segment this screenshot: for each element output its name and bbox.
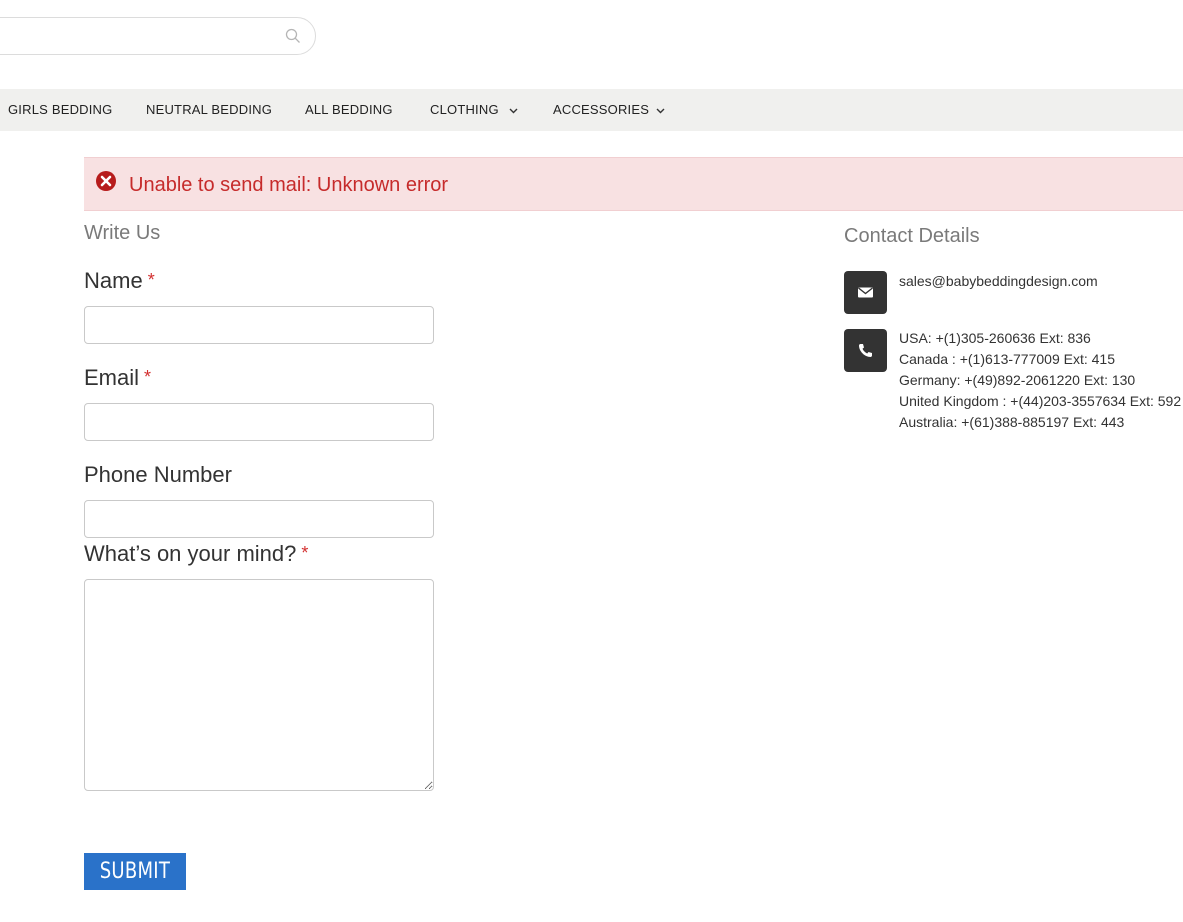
nav-item-label: CLOTHING: [430, 102, 499, 117]
message-field[interactable]: [84, 579, 434, 791]
phone-united-kingdom: United Kingdom : +(44)203-3557634 Ext: 5…: [899, 393, 1182, 409]
contact-email: sales@babybeddingdesign.com: [899, 273, 1098, 289]
nav-item-label: ALL BEDDING: [305, 102, 393, 117]
contact-title: Contact Details: [844, 225, 980, 247]
chevron-down-icon: [509, 89, 518, 131]
email-label-text: Email: [84, 365, 140, 390]
error-message: Unable to send mail: Unknown error: [129, 174, 449, 196]
phone-usa: USA: +(1)305-260636 Ext: 836: [899, 330, 1091, 346]
message-label-text: What’s on your mind?: [84, 541, 297, 566]
required-marker: *: [147, 270, 155, 290]
phone-icon: [859, 344, 872, 357]
submit-label: SUBMIT: [99, 859, 171, 884]
search-bar: [0, 17, 316, 55]
error-circle-icon: [95, 170, 117, 192]
nav-item-label: NEUTRAL BEDDING: [146, 102, 273, 117]
nav-item-clothing[interactable]: CLOTHING: [430, 89, 518, 131]
required-marker: *: [301, 543, 309, 563]
chevron-down-icon: [656, 89, 665, 131]
nav-item-girls-bedding[interactable]: GIRLS BEDDING: [8, 89, 112, 131]
phone-field[interactable]: [84, 500, 434, 538]
phone-canada: Canada : +(1)613-777009 Ext: 415: [899, 351, 1115, 367]
submit-button[interactable]: SUBMIT: [84, 853, 186, 890]
envelope-icon: [858, 287, 873, 298]
name-label-text: Name: [84, 268, 143, 293]
name-label: Name *: [84, 268, 155, 294]
nav-item-accessories[interactable]: ACCESSORIES: [553, 89, 665, 131]
email-icon-box: [844, 271, 887, 314]
main-nav: GIRLS BEDDING NEUTRAL BEDDING ALL BEDDIN…: [0, 89, 1183, 131]
required-marker: *: [144, 367, 152, 387]
email-field[interactable]: [84, 403, 434, 441]
nav-item-neutral-bedding[interactable]: NEUTRAL BEDDING: [146, 89, 272, 131]
phone-list: USA: +(1)305-260636 Ext: 836 Canada : +(…: [899, 328, 1181, 433]
name-field[interactable]: [84, 306, 434, 344]
nav-item-all-bedding[interactable]: ALL BEDDING: [305, 89, 393, 131]
phone-australia: Australia: +(61)388-885197 Ext: 443: [899, 414, 1125, 430]
nav-item-label: ACCESSORIES: [553, 102, 650, 117]
phone-germany: Germany: +(49)892-2061220 Ext: 130: [899, 372, 1136, 388]
form-title: Write Us: [84, 222, 161, 244]
phone-icon-box: [844, 329, 887, 372]
email-label: Email *: [84, 365, 151, 391]
message-label: What’s on your mind? *: [84, 541, 308, 567]
search-icon[interactable]: [285, 28, 303, 46]
error-alert: Unable to send mail: Unknown error: [84, 157, 1183, 211]
search-input[interactable]: [5, 26, 279, 48]
nav-item-label: GIRLS BEDDING: [8, 102, 113, 117]
phone-label: Phone Number: [84, 462, 232, 487]
